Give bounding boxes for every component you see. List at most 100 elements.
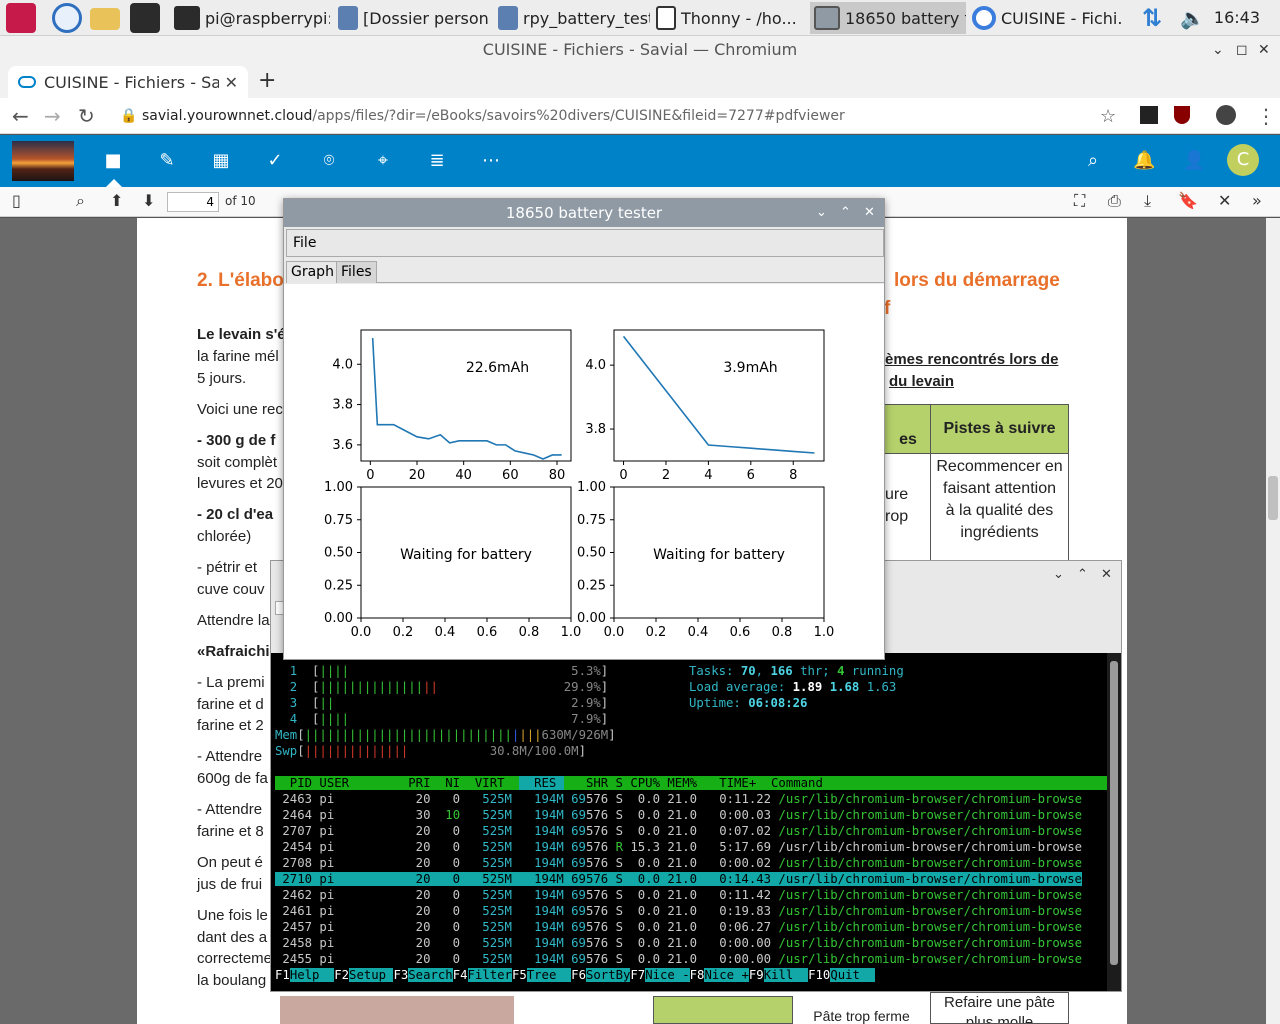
calendar-icon[interactable]: ▦: [211, 151, 231, 171]
maximize-icon[interactable]: ◻: [1236, 36, 1248, 64]
side-heading-2: du levain: [889, 373, 955, 390]
close-icon[interactable]: ✕: [1101, 567, 1112, 582]
minimize-icon[interactable]: ⌄: [816, 199, 827, 227]
charts-svg: 0 20 40 60 80 4.0 3.8 3.6 22.6mAh 0 2 4 6 8 4.0 3.8 3.9m…: [324, 329, 834, 640]
pdf-text-line: soit complèt: [197, 454, 278, 471]
table-text: Refaire une pâte: [944, 994, 1055, 1011]
new-tab-icon[interactable]: +: [258, 68, 276, 93]
browser-tab[interactable]: CUISINE - Fichiers - Savia ✕: [8, 66, 248, 98]
sidebar-toggle-icon[interactable]: ▯: [12, 191, 21, 210]
table-text: rop: [885, 508, 909, 525]
taskbar-button-terminal[interactable]: pi@raspberrypi:...: [170, 2, 330, 34]
scroll-thumb[interactable]: [1110, 661, 1118, 965]
terminal-launcher-icon[interactable]: [130, 3, 160, 33]
minimize-icon[interactable]: ⌄: [1212, 36, 1224, 64]
clock[interactable]: 16:43: [1214, 8, 1260, 27]
taskbar-button-chromium[interactable]: CUISINE - Fichi...: [968, 2, 1124, 34]
y-tick-label: 0.50: [324, 546, 353, 561]
logo[interactable]: [12, 141, 74, 181]
notifications-icon[interactable]: 🔔: [1133, 151, 1155, 171]
taskbar-button-battery-test[interactable]: rpy_battery_test...: [494, 2, 650, 34]
ublock-icon[interactable]: [1174, 106, 1190, 124]
profile-icon[interactable]: [1216, 105, 1236, 125]
tab-files[interactable]: Files: [336, 261, 377, 283]
notes-icon[interactable]: ✎: [157, 151, 177, 171]
network-arrows-icon[interactable]: ⇅: [1142, 4, 1162, 32]
print-icon[interactable]: ⎙: [1108, 191, 1121, 211]
cpu-meter: 2 [|||||||||||||||| 29.9%]: [275, 680, 609, 694]
close-icon[interactable]: ✕: [1258, 36, 1270, 64]
tab-title: CUISINE - Fichiers - Savia: [44, 72, 219, 92]
forward-icon[interactable]: →: [44, 104, 61, 128]
notebook-tabs: Graph Files: [286, 259, 884, 283]
window-title-bar[interactable]: 18650 battery tester ⌄ ⌃ ✕: [284, 199, 884, 227]
close-viewer-icon[interactable]: ✕: [1218, 191, 1231, 210]
maximize-icon[interactable]: ⌃: [1077, 567, 1088, 582]
x-tick-label: 0: [366, 468, 374, 483]
pdf-text-line: 600g de fa: [197, 770, 268, 787]
x-tick-label: 0.6: [730, 625, 751, 640]
file-menu[interactable]: File: [293, 235, 316, 251]
tasks-icon[interactable]: ✓: [265, 151, 285, 171]
download-icon[interactable]: ⤓: [1144, 191, 1151, 211]
cpu-meter: 1 [|||| 5.3%]: [275, 664, 609, 678]
taskbar-button-filemanager[interactable]: [Dossier person...: [334, 2, 490, 34]
menu-icon[interactable]: ⋮: [1256, 104, 1276, 128]
x-tick-label: 0.0: [351, 625, 372, 640]
reload-icon[interactable]: ↻: [78, 104, 95, 128]
extension-icon[interactable]: [1140, 106, 1158, 124]
y-tick-label: 4.0: [585, 358, 606, 373]
minimize-icon[interactable]: ⌄: [1053, 567, 1064, 582]
side-heading: èmes rencontrés lors de: [885, 351, 1059, 368]
previous-page-icon[interactable]: ⬆: [110, 191, 123, 210]
address-bar[interactable]: 🔒 savial.yourownnet.cloud/apps/files/?di…: [112, 102, 1132, 130]
active-indicator: [106, 179, 122, 187]
volume-icon[interactable]: 🔈: [1180, 6, 1205, 30]
pdf-scrollbar[interactable]: [1266, 218, 1280, 1024]
x-tick-label: 6: [747, 468, 755, 483]
waiting-annotation: Waiting for battery: [653, 547, 785, 563]
find-icon[interactable]: ⌕: [76, 191, 85, 211]
scroll-thumb[interactable]: [1268, 476, 1278, 520]
tab-close-icon[interactable]: ✕: [225, 73, 238, 92]
file-manager-icon[interactable]: [90, 8, 120, 30]
x-tick-label: 0.2: [646, 625, 667, 640]
files-icon[interactable]: ■: [103, 151, 123, 171]
raspberry-menu-icon[interactable]: [6, 3, 36, 33]
taskbar-button-battery-tester-window[interactable]: 18650 battery t...: [810, 2, 966, 34]
pdf-text-line: - Attendre: [197, 748, 263, 765]
web-browser-icon[interactable]: [52, 3, 82, 33]
fullscreen-icon[interactable]: ⛶: [1074, 191, 1085, 211]
y-tick-label: 3.8: [332, 398, 353, 413]
url-host: savial.yourownnet.cloud: [142, 108, 313, 124]
page-number-input[interactable]: 4: [167, 192, 219, 212]
close-icon[interactable]: ✕: [864, 199, 875, 227]
battery-tester-window: 18650 battery tester ⌄ ⌃ ✕ File Graph Fi…: [283, 198, 885, 660]
terminal-scrollbar[interactable]: [1107, 653, 1121, 991]
more-apps-icon[interactable]: ⋯: [481, 151, 501, 171]
search-icon[interactable]: ⌕: [1083, 151, 1103, 171]
taskbar-button-thonny[interactable]: Thonny - /ho...: [652, 2, 808, 34]
tab-graph[interactable]: Graph: [286, 261, 339, 283]
process-row: 2458 pi 20 0 525M 194M 69576 S 0.0 21.0 …: [275, 936, 1083, 950]
contacts-icon[interactable]: 👤: [1183, 151, 1205, 171]
deck-icon[interactable]: ≣: [427, 151, 447, 171]
x-tick-label: 0.8: [772, 625, 793, 640]
tools-icon[interactable]: »: [1252, 191, 1262, 210]
next-page-icon[interactable]: ⬇: [142, 191, 155, 210]
process-row: 2463 pi 20 0 525M 194M 69576 S 0.0 21.0 …: [275, 792, 1083, 806]
pdf-text-line: - Attendre: [197, 801, 263, 818]
location-icon[interactable]: ⌖: [373, 151, 393, 171]
maps-icon[interactable]: ⌾: [319, 151, 339, 171]
bookmark-icon[interactable]: 🔖: [1178, 191, 1198, 210]
x-tick-label: 0.4: [435, 625, 456, 640]
table-header-left: es: [885, 404, 931, 454]
url-path: /apps/files/?dir=/eBooks/savoirs%20diver…: [312, 108, 845, 124]
back-icon[interactable]: ←: [12, 104, 29, 128]
bookmark-star-icon[interactable]: ☆: [1100, 106, 1116, 127]
pdf-text-line: Attendre la: [197, 612, 270, 629]
htop-terminal[interactable]: 1 [|||| 5.3%] 2 [|||||||||||||||| 29.9%]…: [271, 653, 1121, 991]
maximize-icon[interactable]: ⌃: [840, 199, 851, 227]
avatar[interactable]: C: [1227, 144, 1259, 176]
process-row: 2462 pi 20 0 525M 194M 69576 S 0.0 21.0 …: [275, 888, 1083, 902]
